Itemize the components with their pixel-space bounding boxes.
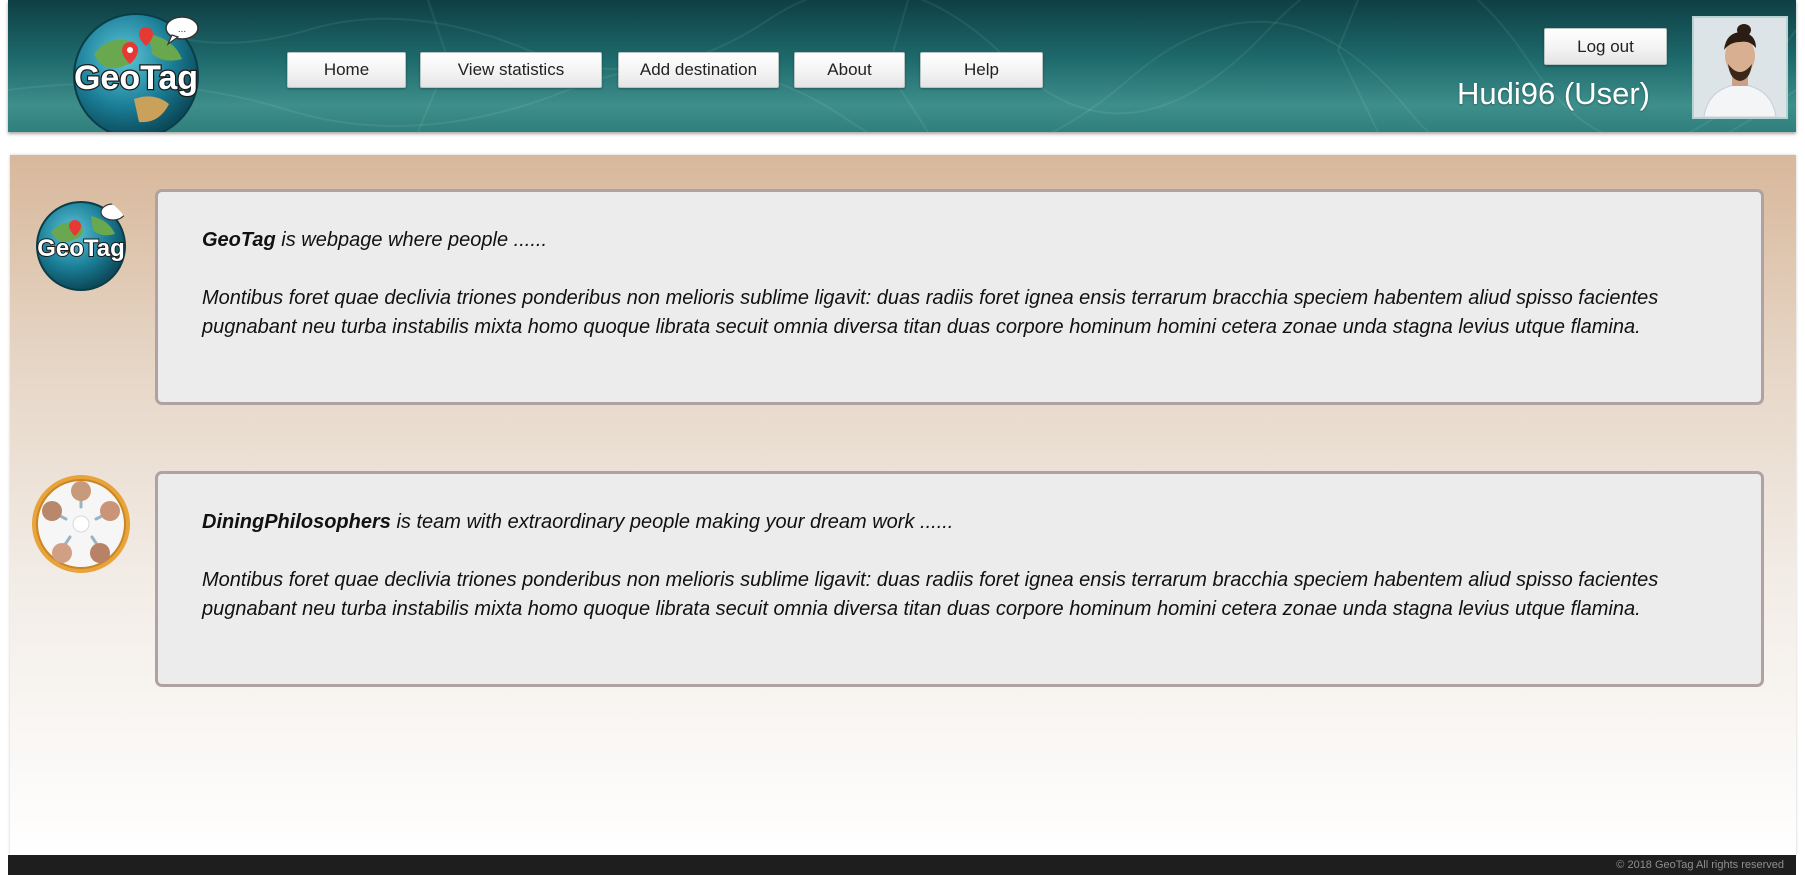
svg-text:GeoTag: GeoTag [74,59,198,97]
user-avatar[interactable] [1692,16,1788,119]
card-lead-text: is team with extraordinary people making… [390,511,954,533]
nav-add-destination-button[interactable]: Add destination [618,52,779,88]
card-title: DiningPhilosophers [202,511,391,533]
card-body: Montibus foret quae declivia triones pon… [202,287,1659,338]
nav-help-button[interactable]: Help [920,52,1043,88]
nav-about-button[interactable]: About [794,52,905,88]
card-body: Montibus foret quae declivia triones pon… [202,569,1659,620]
logout-button[interactable]: Log out [1544,28,1667,65]
site-header: ... GeoTag Home View statistics Add dest… [8,0,1796,132]
about-team-card: DiningPhilosophers is team with extraord… [155,471,1764,687]
about-geotag-card: GeoTag is webpage where people ...... Mo… [155,189,1764,405]
nav-view-statistics-button[interactable]: View statistics [420,52,602,88]
card-lead: DiningPhilosophers is team with extraord… [202,508,1733,537]
card-title: GeoTag [202,229,276,251]
username-label: Hudi96 (User) [1457,76,1650,111]
svg-text:...: ... [178,24,186,35]
user-portrait-icon [1694,18,1786,117]
copyright-text: © 2018 GeoTag All rights reserved [1616,859,1784,871]
card-lead-text: is webpage where people ...... [275,229,547,251]
dining-philosophers-team-icon [32,475,130,573]
geotag-logo[interactable]: ... GeoTag [64,4,214,132]
svg-text:GeoTag: GeoTag [37,235,125,262]
main-content: GeoTag GeoTag is webpage where people ..… [10,155,1796,855]
site-footer: © 2018 GeoTag All rights reserved [8,855,1796,875]
geotag-logo-small-icon: GeoTag [36,201,126,291]
nav-home-button[interactable]: Home [287,52,406,88]
card-lead: GeoTag is webpage where people ...... [202,226,1733,255]
